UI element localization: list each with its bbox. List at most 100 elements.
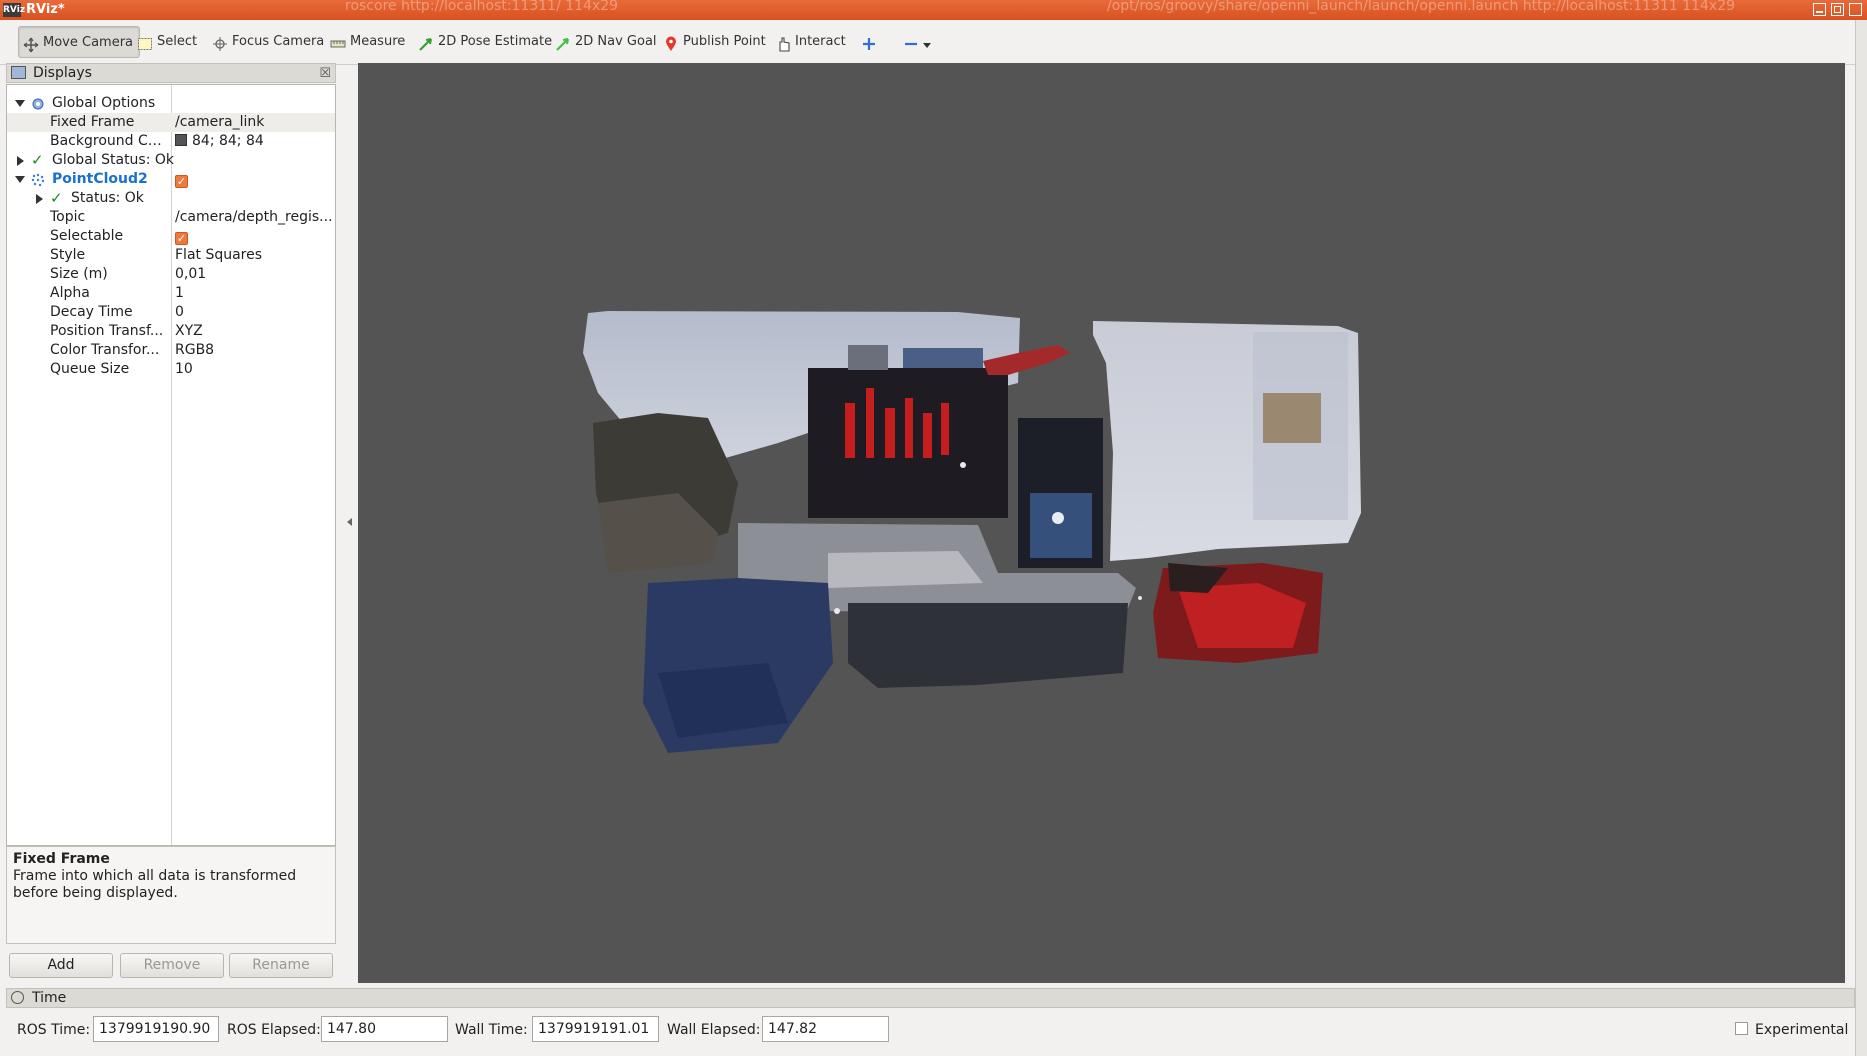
tool-interact[interactable]: Interact [771,26,852,58]
description-title: Fixed Frame [13,851,110,867]
tree-row-global-status[interactable]: ✓ Global Status: Ok [7,151,335,170]
property-key: Fixed Frame [50,114,135,130]
property-value[interactable]: XYZ [175,322,333,341]
property-value-color[interactable]: 84; 84; 84 [175,132,333,151]
tool-move-camera[interactable]: Move Camera [18,26,141,58]
wall-time-field[interactable]: 1379919191.01 [532,1016,659,1042]
focus-camera-icon [212,33,228,51]
tree-row-alpha[interactable]: Alpha 1 [7,284,335,303]
property-value[interactable]: 1 [175,284,333,303]
expand-arrow-icon[interactable] [15,176,25,183]
tree-row-fixed-frame[interactable]: Fixed Frame /camera_link [7,113,335,132]
property-value[interactable]: Flat Squares [175,246,333,265]
tree-row-background-color[interactable]: Background Co... 84; 84; 84 [7,132,335,151]
property-key: Size (m) [50,266,108,282]
expand-arrow-icon[interactable] [17,156,24,166]
tree-row-color-transformer[interactable]: Color Transfor... RGB8 [7,341,335,360]
property-key: Queue Size [50,361,130,377]
selectable-checkbox[interactable]: ✓ [175,227,333,246]
maximize-button[interactable] [1831,3,1844,16]
close-icon[interactable]: ☒ [319,65,331,83]
publish-point-icon [663,33,679,51]
wall-elapsed-field[interactable]: 147.82 [762,1016,889,1042]
color-value-text: 84; 84; 84 [192,133,264,149]
displays-tree: Global Options Fixed Frame /camera_link … [6,84,336,846]
displays-panel-header: Displays ☒ [6,63,336,83]
right-dock-strip [1855,20,1867,1056]
tree-item-label: PointCloud2 [52,171,148,187]
checkbox-checked-icon: ✓ [175,232,188,245]
interact-icon [775,33,791,52]
tree-item-label: Global Options [52,95,156,111]
tree-item-label: Status: Ok [71,190,144,206]
property-value[interactable]: RGB8 [175,341,333,360]
rviz-logo: RViz [3,3,26,17]
ros-time-label: ROS Time: [17,1022,91,1038]
property-description-box: Fixed Frame Frame into which all data is… [6,846,336,944]
property-key: Style [50,247,86,263]
tree-row-pointcloud2[interactable]: PointCloud2 ✓ [7,170,335,189]
property-value[interactable]: /camera_link [175,113,333,132]
tool-2d-nav-goal[interactable]: 2D Nav Goal [551,26,663,58]
tool-label: 2D Pose Estimate [438,34,553,49]
property-value[interactable]: 0,01 [175,265,333,284]
tool-label: Focus Camera [232,34,325,49]
wall-elapsed-label: Wall Elapsed: [667,1022,761,1038]
monitor-icon [11,66,26,79]
tool-2d-pose-estimate[interactable]: 2D Pose Estimate [414,26,558,58]
gear-icon [32,98,44,110]
tool-label: Measure [350,34,406,49]
plus-icon [861,33,877,50]
minimize-button[interactable] [1813,3,1826,16]
tool-measure[interactable]: Measure [326,26,411,58]
remove-tool-button[interactable] [900,26,936,58]
tree-row-style[interactable]: Style Flat Squares [7,246,335,265]
tool-label: Move Camera [43,35,134,50]
tool-label: 2D Nav Goal [575,34,657,49]
tree-row-size[interactable]: Size (m) 0,01 [7,265,335,284]
experimental-checkbox[interactable] [1735,1022,1748,1035]
render-view-3d[interactable] [358,63,1845,983]
tool-label: Publish Point [683,34,766,49]
pointcloud-enabled-checkbox[interactable]: ✓ [175,170,333,189]
property-key: Position Transf... [50,323,164,339]
add-tool-button[interactable] [858,26,880,58]
color-swatch[interactable] [175,134,187,146]
minus-icon [903,33,919,49]
pose-estimate-icon [418,33,434,51]
tool-publish-point[interactable]: Publish Point [659,26,772,58]
splitter-handle[interactable] [347,518,352,526]
tree-row-pointcloud-status[interactable]: ✓ Status: Ok [7,189,335,208]
property-value[interactable]: 0 [175,303,333,322]
background-tab-openni: /opt/ros/groovy/share/openni_launch/laun… [1107,0,1736,14]
tree-row-position-transformer[interactable]: Position Transf... XYZ [7,322,335,341]
tree-row-topic[interactable]: Topic /camera/depth_regis... [7,208,335,227]
property-value[interactable]: /camera/depth_regis... [175,208,333,227]
description-body: Frame into which all data is transformed… [13,868,297,901]
displays-panel-title: Displays [33,65,92,81]
close-window-button[interactable] [1849,3,1862,16]
background-tab-roscore: roscore http://localhost:11311/ 114x29 [345,0,619,14]
tree-row-selectable[interactable]: Selectable ✓ [7,227,335,246]
clock-icon [11,991,24,1004]
move-camera-icon [23,34,39,52]
tree-row-decay-time[interactable]: Decay Time 0 [7,303,335,322]
window-title-bar: RViz RViz* roscore http://localhost:1131… [0,0,1867,20]
expand-arrow-icon[interactable] [15,100,25,107]
expand-arrow-icon[interactable] [36,194,43,204]
ros-time-field[interactable]: 1379919190.90 [93,1016,219,1042]
point-cloud-render [583,311,1361,753]
property-key: Selectable [50,228,124,244]
tree-row-global-options[interactable]: Global Options [7,94,335,113]
ros-elapsed-field[interactable]: 147.80 [321,1016,448,1042]
tool-focus-camera[interactable]: Focus Camera [208,26,330,58]
rename-display-button[interactable]: Rename [229,953,333,978]
property-value[interactable]: 10 [175,360,333,379]
tool-select[interactable]: Select [133,26,203,58]
tree-row-queue-size[interactable]: Queue Size 10 [7,360,335,379]
add-display-button[interactable]: Add [9,953,113,978]
property-key: Background Co... [50,133,168,149]
checkmark-icon: ✓ [50,189,63,207]
remove-display-button[interactable]: Remove [120,953,224,978]
displays-panel: Displays ☒ Global Options Fixed Frame /c… [6,63,336,847]
